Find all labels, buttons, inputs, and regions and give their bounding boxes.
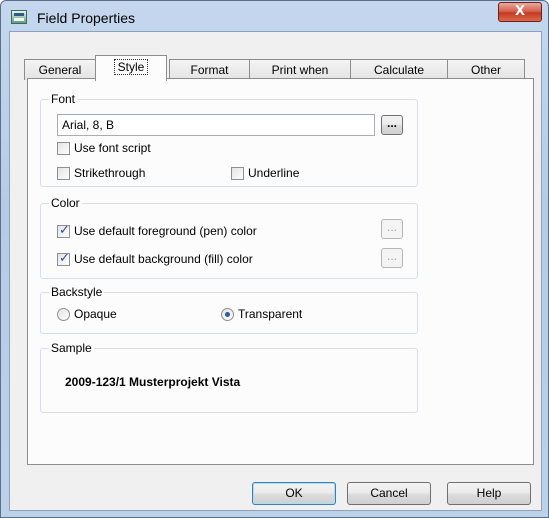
style-tab-panel: Font Arial, 8, B ... Use font script Str… (27, 78, 534, 465)
checkbox-box (57, 223, 70, 238)
checkbox-box (231, 167, 244, 180)
tab-style[interactable]: Style (95, 55, 167, 81)
tab-other[interactable]: Other (447, 59, 525, 80)
font-browse-button[interactable]: ... (381, 115, 403, 135)
title-bar[interactable]: Field Properties X (1, 1, 548, 31)
help-button[interactable]: Help (447, 482, 531, 505)
tab-label: Other (470, 63, 501, 77)
underline-checkbox[interactable]: Underline (231, 166, 331, 182)
tab-label: Print when (271, 63, 329, 77)
strikethrough-checkbox[interactable]: Strikethrough (57, 166, 177, 182)
use-font-script-checkbox[interactable]: Use font script (57, 141, 207, 157)
radio-circle (221, 308, 234, 321)
font-group-label: Font (49, 92, 78, 106)
color-group-label: Color (49, 196, 82, 210)
radio-circle (57, 308, 70, 321)
sample-group: Sample 2009-123/1 Musterprojekt Vista (40, 341, 418, 413)
tab-calculate[interactable]: Calculate (350, 59, 448, 80)
font-field[interactable]: Arial, 8, B (57, 114, 375, 136)
close-button[interactable]: X (498, 2, 542, 22)
tab-label: Format (190, 63, 229, 77)
underline-label: Underline (248, 166, 300, 180)
opaque-radio[interactable]: Opaque (57, 307, 147, 323)
tab-label: Style (113, 59, 149, 75)
tab-print-when[interactable]: Print when (249, 59, 351, 80)
sample-group-label: Sample (49, 341, 94, 355)
tab-general[interactable]: General (24, 59, 96, 80)
transparent-radio[interactable]: Transparent (221, 307, 331, 323)
checkbox-box (57, 251, 70, 266)
backstyle-group: Backstyle Opaque Transparent (40, 285, 418, 334)
backstyle-group-label: Backstyle (49, 285, 105, 299)
background-color-button[interactable]: ... (381, 248, 403, 268)
foreground-color-button[interactable]: ... (381, 219, 403, 239)
use-font-script-label: Use font script (74, 141, 151, 155)
tab-label: Calculate (373, 63, 425, 77)
cancel-button[interactable]: Cancel (347, 482, 431, 505)
app-icon (11, 10, 27, 24)
field-properties-window: Field Properties X General Style Format … (0, 0, 549, 518)
transparent-label: Transparent (238, 307, 303, 321)
sample-text: 2009-123/1 Musterprojekt Vista (65, 375, 241, 389)
checkbox-box (57, 167, 70, 180)
tab-label: General (38, 63, 82, 77)
strikethrough-label: Strikethrough (74, 166, 146, 180)
tab-format[interactable]: Format (169, 59, 250, 80)
ok-button[interactable]: OK (252, 482, 336, 505)
default-background-label: Use default background (fill) color (74, 252, 253, 266)
window-title: Field Properties (37, 10, 136, 26)
checkbox-box (57, 142, 70, 155)
default-background-checkbox[interactable]: Use default background (fill) color (57, 251, 317, 268)
opaque-label: Opaque (74, 307, 117, 321)
font-group: Font Arial, 8, B ... Use font script Str… (40, 92, 418, 187)
default-foreground-label: Use default foreground (pen) color (74, 224, 257, 238)
default-foreground-checkbox[interactable]: Use default foreground (pen) color (57, 223, 317, 240)
color-group: Color Use default foreground (pen) color… (40, 196, 418, 279)
